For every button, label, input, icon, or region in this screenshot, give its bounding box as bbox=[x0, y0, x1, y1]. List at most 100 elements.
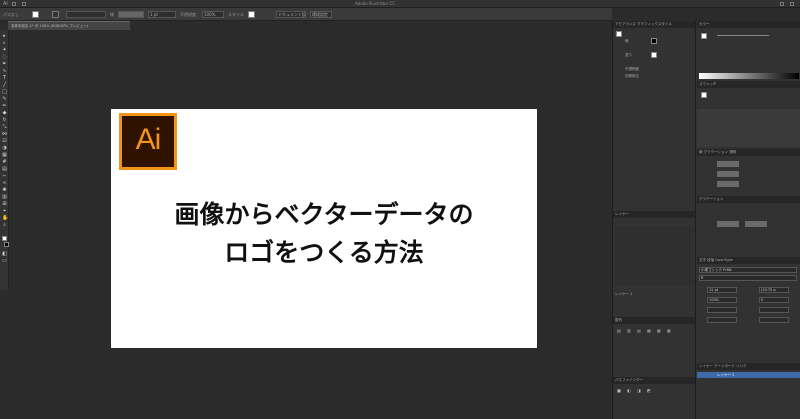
appearance-fill-row[interactable]: 塗り bbox=[625, 52, 632, 58]
paintbrush-tool-icon[interactable]: ✎ bbox=[2, 97, 7, 102]
stroke-style-select[interactable] bbox=[66, 11, 106, 18]
rectangle-tool-icon[interactable]: □ bbox=[2, 90, 7, 95]
font-size-field[interactable]: 12 pt bbox=[707, 287, 737, 293]
fill-thumbnail[interactable] bbox=[651, 52, 657, 58]
tab-layers[interactable]: レイヤー bbox=[615, 212, 629, 216]
artboard[interactable]: Ai 画像からベクターデータの ロゴをつくる方法 bbox=[111, 109, 537, 348]
opacity-field[interactable]: 100% bbox=[202, 11, 224, 18]
tracking-field[interactable]: 100% bbox=[707, 297, 737, 303]
swatch-thumbnail[interactable] bbox=[701, 92, 707, 98]
selection-tool-icon[interactable]: ▸ bbox=[2, 34, 7, 39]
symbol-sprayer-tool-icon[interactable]: ✺ bbox=[2, 188, 7, 193]
lasso-tool-icon[interactable]: ◌ bbox=[2, 55, 7, 60]
layers-panel-tabs[interactable]: レイヤー bbox=[613, 211, 695, 218]
blend-tool-icon[interactable]: ∞ bbox=[2, 181, 7, 186]
width-tool-icon[interactable]: ⋈ bbox=[2, 132, 7, 137]
align-center-icon[interactable]: ▥ bbox=[627, 329, 631, 333]
canvas[interactable]: Ai 画像からベクターデータの ロゴをつくる方法 bbox=[9, 30, 612, 419]
color-slider[interactable] bbox=[717, 35, 769, 36]
preferences-button[interactable]: 環境設定 bbox=[310, 11, 332, 18]
graph-tool-icon[interactable]: ▥ bbox=[2, 195, 7, 200]
draw-mode-icon[interactable]: ◧ bbox=[2, 252, 7, 257]
hand-tool-icon[interactable]: ✋ bbox=[2, 216, 8, 221]
horizontal-scale-field[interactable] bbox=[759, 307, 789, 313]
pathfinder-panel-tab[interactable]: パスファインダー bbox=[613, 377, 695, 384]
character-panel-tabs[interactable]: 文字 段落 OpenType bbox=[697, 257, 800, 264]
stroke-swatch[interactable] bbox=[52, 11, 59, 18]
appearance-stroke-row[interactable]: 線 bbox=[625, 38, 629, 44]
font-style-select[interactable]: R bbox=[699, 275, 797, 281]
stroke-value-field[interactable]: 1 pt bbox=[148, 11, 176, 18]
perspective-tool-icon[interactable]: ▦ bbox=[2, 153, 7, 158]
tab-pathfinder[interactable]: パスファインダー bbox=[615, 378, 643, 382]
magic-wand-tool-icon[interactable]: ✦ bbox=[2, 48, 7, 53]
style-swatch[interactable] bbox=[248, 11, 255, 18]
tab-artboards[interactable]: アートボード bbox=[714, 364, 735, 368]
fill-swatch[interactable] bbox=[32, 11, 39, 18]
color-spectrum[interactable] bbox=[699, 73, 799, 79]
leading-field[interactable]: (20.75 p bbox=[759, 287, 789, 293]
rotate-tool-icon[interactable]: ↻ bbox=[2, 118, 7, 123]
kerning-field[interactable]: 0 bbox=[759, 297, 789, 303]
baseline-shift-field[interactable] bbox=[707, 317, 737, 323]
tab-color[interactable]: カラー bbox=[699, 22, 710, 26]
minus-front-icon[interactable]: ◧ bbox=[627, 389, 631, 393]
appearance-opacity-row[interactable]: 不透明度 bbox=[625, 66, 639, 72]
eraser-tool-icon[interactable]: ◆ bbox=[2, 111, 7, 116]
stroke-thumbnail[interactable] bbox=[651, 38, 657, 44]
align-middle-icon[interactable]: ▦ bbox=[657, 329, 661, 333]
appearance-panel-tabs[interactable]: アピアランス グラフィックスタイル bbox=[613, 21, 695, 28]
align-bottom-icon[interactable]: ▦ bbox=[667, 329, 671, 333]
slice-tool-icon[interactable]: ⌖ bbox=[2, 209, 7, 214]
align-right-icon[interactable]: ▤ bbox=[637, 329, 641, 333]
layer-name[interactable]: レイヤー 1 bbox=[615, 291, 632, 297]
workspace-icon[interactable] bbox=[22, 2, 26, 6]
tab-layers-2[interactable]: レイヤー bbox=[699, 364, 713, 368]
shape-builder-tool-icon[interactable]: ◑ bbox=[2, 146, 7, 151]
minimize-icon[interactable] bbox=[780, 2, 784, 6]
document-setup-button[interactable]: ドキュメント設定 bbox=[276, 11, 306, 18]
fill-color-icon[interactable] bbox=[2, 236, 7, 241]
close-icon[interactable] bbox=[790, 2, 794, 6]
gradient-ratio-field[interactable] bbox=[745, 221, 767, 227]
align-panel-tab[interactable]: 整列 bbox=[613, 317, 695, 324]
direct-selection-tool-icon[interactable]: ▹ bbox=[2, 41, 7, 46]
tab-graphic-styles[interactable]: グラフィックスタイル bbox=[637, 22, 672, 26]
layers-list[interactable] bbox=[615, 226, 693, 286]
font-family-select[interactable]: 小塚ゴシック Pr6N bbox=[699, 267, 797, 273]
swatches-panel-tab[interactable]: スウォッチ bbox=[697, 81, 800, 88]
tab-opentype[interactable]: OpenType bbox=[715, 258, 732, 262]
exclude-icon[interactable]: ◩ bbox=[647, 389, 651, 393]
line-tool-icon[interactable]: ╱ bbox=[2, 83, 7, 88]
layer-row-selected[interactable]: レイヤー 1 bbox=[697, 372, 800, 378]
tab-paragraph[interactable]: 段落 bbox=[707, 258, 714, 262]
stroke-panel-tabs[interactable]: 線 グラデーション 透明 bbox=[697, 149, 800, 156]
pen-tool-icon[interactable]: ✒ bbox=[2, 62, 7, 67]
layers-panel-bottom-tabs[interactable]: レイヤー アートボード リンク bbox=[697, 363, 800, 370]
stroke-corner-field[interactable] bbox=[717, 181, 739, 187]
tab-links[interactable]: リンク bbox=[736, 364, 747, 368]
artboard-tool-icon[interactable]: ⊞ bbox=[2, 202, 7, 207]
align-left-icon[interactable]: ▤ bbox=[617, 329, 621, 333]
tab-appearance[interactable]: アピアランス bbox=[615, 22, 636, 26]
gradient-tool-icon[interactable]: ▤ bbox=[2, 167, 7, 172]
intersect-icon[interactable]: ◨ bbox=[637, 389, 641, 393]
free-transform-tool-icon[interactable]: ⊡ bbox=[2, 139, 7, 144]
type-tool-icon[interactable]: T bbox=[2, 76, 7, 81]
mesh-tool-icon[interactable]: # bbox=[2, 160, 7, 165]
color-panel-tab[interactable]: カラー bbox=[697, 21, 800, 28]
document-tab[interactable]: 名称未設定-1* @ 100% (RGB/GPU プレビュー) bbox=[8, 21, 130, 30]
tab-gradient-2[interactable]: グラデーション bbox=[699, 197, 723, 201]
tab-align[interactable]: 整列 bbox=[615, 318, 622, 322]
gradient-angle-field[interactable] bbox=[717, 221, 739, 227]
tab-gradient[interactable]: グラデーション bbox=[704, 150, 728, 154]
stroke-cap-field[interactable] bbox=[717, 171, 739, 177]
pencil-tool-icon[interactable]: ✏ bbox=[2, 104, 7, 109]
swatches-area[interactable] bbox=[697, 109, 800, 147]
home-icon[interactable] bbox=[12, 2, 16, 6]
stroke-weight-field[interactable] bbox=[717, 161, 739, 167]
vertical-scale-field[interactable] bbox=[707, 307, 737, 313]
align-top-icon[interactable]: ▦ bbox=[647, 329, 651, 333]
color-fill-thumbnail[interactable] bbox=[701, 33, 707, 39]
curvature-tool-icon[interactable]: ∿ bbox=[2, 69, 7, 74]
